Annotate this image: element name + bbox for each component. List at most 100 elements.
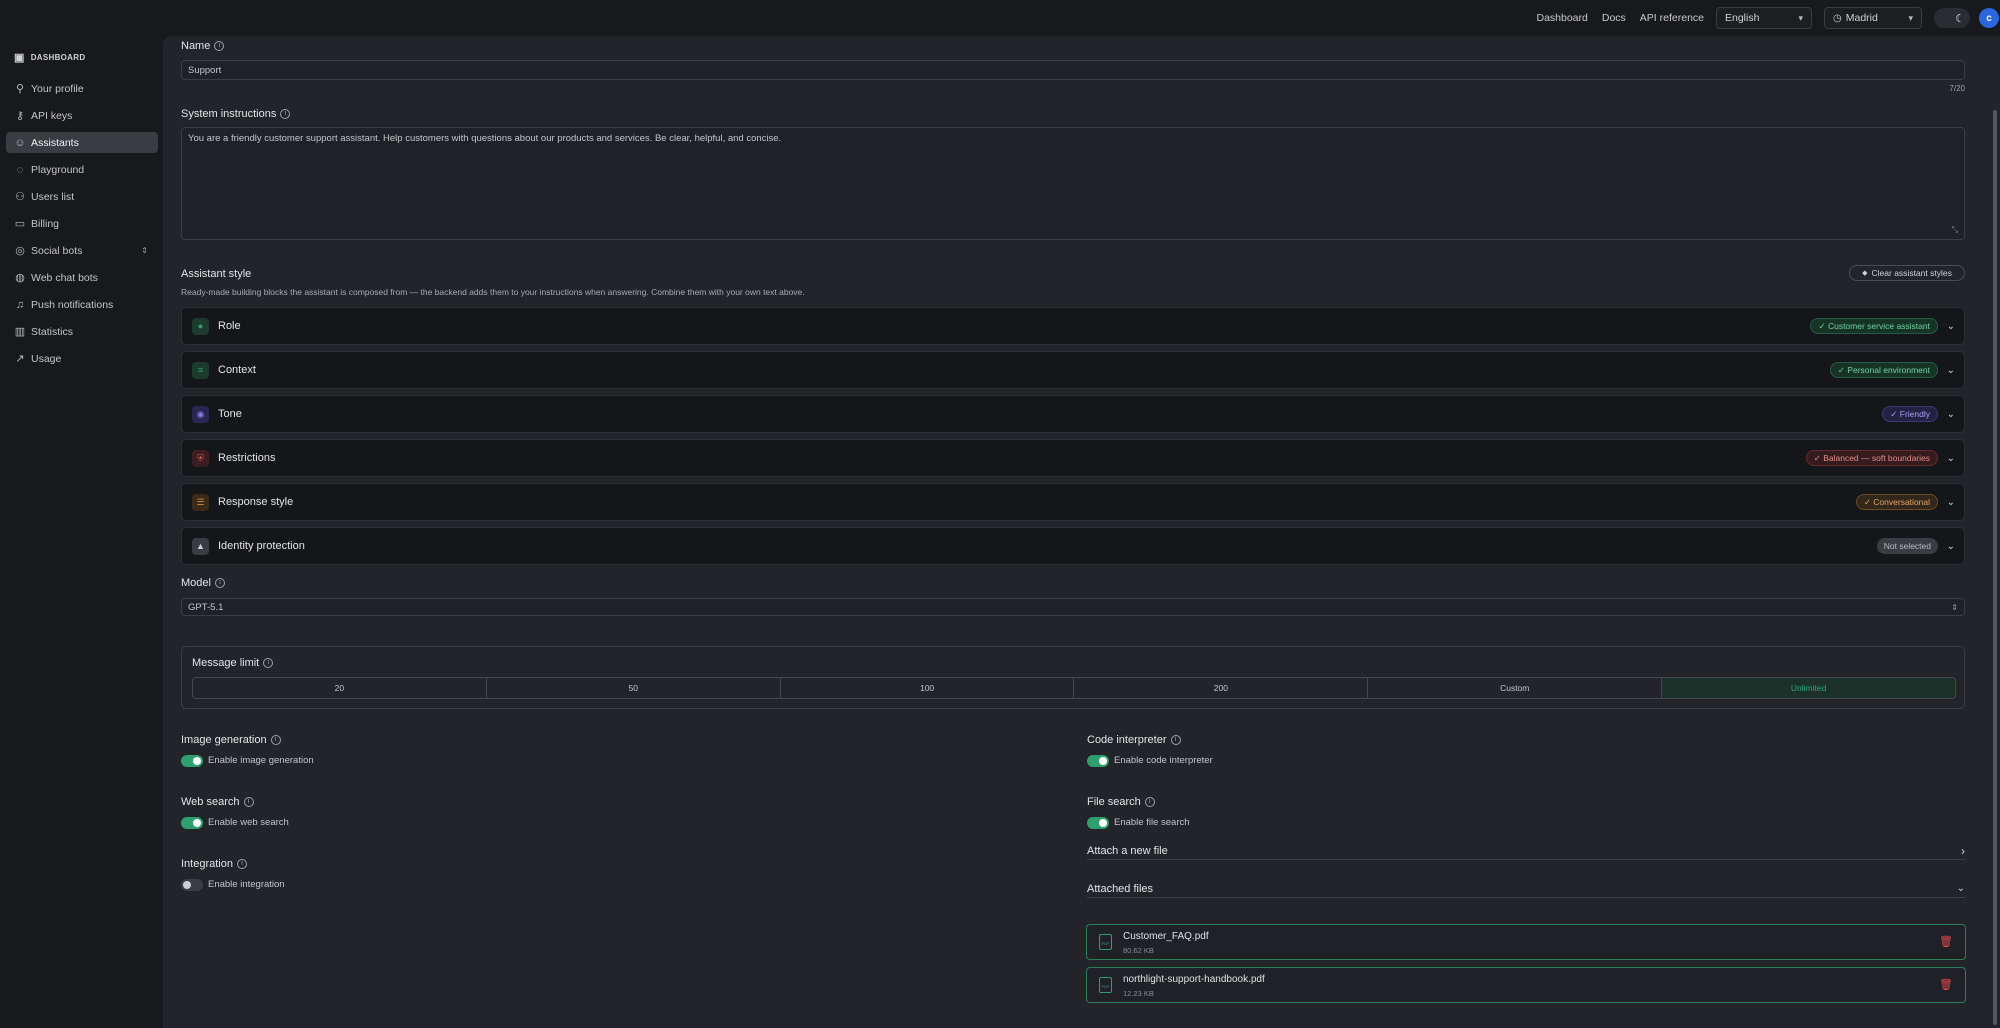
status-badge: Not selected (1876, 538, 1938, 554)
image-generation-toggle[interactable] (181, 755, 203, 767)
user-icon: ⚲ (15, 83, 25, 95)
status-badge: ✓ Customer service assistant (1810, 318, 1938, 334)
social-bots-icon: ◎ (15, 245, 25, 257)
accordion-title: Identity protection (218, 540, 305, 552)
name-input[interactable]: Support (181, 60, 1965, 80)
code-interpreter-toggle-label: Enable code interpreter (1114, 755, 1213, 766)
sidebar-item-your-profile[interactable]: ⚲ Your profile (6, 78, 158, 99)
accordion-title: Tone (218, 408, 242, 420)
file-size: 12.23 KB (1123, 989, 1154, 998)
attached-files-row[interactable]: Attached files ⌄ (1087, 880, 1965, 898)
image-generation-toggle-label: Enable image generation (208, 755, 314, 766)
chevron-down-icon: ⌄ (1946, 540, 1955, 552)
trash-icon[interactable]: 🗑 (1939, 978, 1953, 991)
status-badge: ✓ Conversational (1855, 494, 1938, 510)
file-name: Customer_FAQ.pdf (1123, 931, 1209, 942)
expand-icon: ⇕ (141, 246, 148, 255)
sidebar-item-label: Statistics (31, 325, 74, 338)
sidebar-item-billing[interactable]: ▭ Billing (6, 213, 158, 234)
accordion-title: Restrictions (218, 452, 276, 464)
globe-icon: ◉ (192, 405, 209, 423)
clock-icon: ◷ (1833, 12, 1842, 24)
sidebar-panel-icon: ▣ (14, 51, 25, 64)
file-size: 80.62 KB (1123, 946, 1154, 955)
info-icon: i (236, 859, 247, 869)
web-search-toggle[interactable] (181, 817, 203, 829)
pdf-file-icon: PDF (1099, 977, 1112, 993)
timezone-value: Madrid (1845, 12, 1878, 24)
pdf-file-icon: PDF (1099, 934, 1112, 950)
code-interpreter-toggle[interactable] (1087, 755, 1109, 767)
message-limit-option[interactable]: 200 (1074, 678, 1369, 698)
nav-dashboard-link[interactable]: Dashboard (1536, 12, 1587, 24)
message-limit-option[interactable]: 50 (487, 678, 781, 698)
style-accordion-tone[interactable]: ◉ Tone ✓ Friendly ⌄ (181, 395, 1965, 433)
sidebar-header[interactable]: ▣ DASHBOARD (0, 36, 163, 78)
info-icon: i (214, 578, 225, 588)
style-accordion-restrictions[interactable]: ⛨ Restrictions ✓ Balanced — soft boundar… (181, 439, 1965, 477)
sidebar-item-api-keys[interactable]: ⚷ API keys (6, 105, 158, 126)
model-label: Model i (181, 577, 225, 589)
attached-file-item: PDF northlight-support-handbook.pdf 12.2… (1086, 967, 1966, 1003)
toggle-knob (193, 819, 201, 827)
message-limit-option[interactable]: 20 (193, 678, 487, 698)
integration-toggle[interactable] (181, 879, 203, 891)
lock-icon: ▲ (192, 537, 209, 555)
message-limit-option[interactable]: 100 (781, 678, 1075, 698)
sidebar-item-web-chat-bots[interactable]: ◍ Web chat bots (6, 267, 158, 288)
system-instructions-textarea[interactable]: You are a friendly customer support assi… (181, 127, 1965, 240)
list-icon: ☰ (192, 493, 209, 511)
trash-icon[interactable]: 🗑 (1939, 935, 1953, 948)
sidebar-item-push-notifications[interactable]: ♫ Push notifications (6, 294, 158, 315)
web-search-label: Web search i (181, 796, 254, 808)
toggle-knob (193, 757, 201, 765)
sidebar-item-users-list[interactable]: ⚇ Users list (6, 186, 158, 207)
sidebar: ▣ DASHBOARD ⚲ Your profile ⚷ API keys ☺ Ass… (0, 36, 163, 1028)
file-search-toggle[interactable] (1087, 817, 1109, 829)
eraser-icon: ◆ (1862, 270, 1868, 277)
sidebar-item-social-bots[interactable]: ◎ Social bots ⇕ (6, 240, 158, 261)
nav-docs-link[interactable]: Docs (1602, 12, 1626, 24)
message-limit-option[interactable]: Custom (1368, 678, 1663, 698)
sidebar-item-label: Your profile (31, 82, 84, 95)
nav-api-reference-link[interactable]: API reference (1640, 12, 1704, 24)
file-search-toggle-label: Enable file search (1114, 817, 1190, 828)
moon-icon: ☾ (1955, 12, 1965, 25)
sidebar-item-label: Social bots (31, 244, 83, 257)
style-accordion-context[interactable]: ≡ Context ✓ Personal environment ⌄ (181, 351, 1965, 389)
scrollbar[interactable] (1993, 110, 1997, 1025)
sidebar-item-playground[interactable]: ◌ Playground (6, 159, 158, 180)
chevron-down-icon: ⌄ (1946, 452, 1955, 464)
language-select[interactable]: English ▾ (1716, 7, 1812, 29)
system-instructions-label: System instructions i (181, 108, 291, 120)
avatar[interactable]: c (1979, 8, 1999, 28)
accordion-title: Response style (218, 496, 294, 508)
model-select[interactable]: GPT-5.1 ⇕ (181, 598, 1965, 616)
sidebar-item-assistants[interactable]: ☺ Assistants (6, 132, 158, 153)
message-limit-option-selected[interactable]: Unlimited (1662, 678, 1955, 698)
style-accordion-role[interactable]: ● Role ✓ Customer service assistant ⌄ (181, 307, 1965, 345)
clear-assistant-styles-button[interactable]: ◆ Clear assistant styles (1849, 265, 1965, 281)
message-limit-segmented-control: 20 50 100 200 Custom Unlimited (192, 677, 1956, 699)
image-generation-label: Image generation i (181, 734, 281, 746)
chevron-right-icon: › (1961, 843, 1965, 858)
sidebar-item-label: Assistants (31, 136, 79, 149)
bot-icon: ☺ (14, 136, 26, 149)
timezone-select[interactable]: ◷ Madrid ▾ (1824, 7, 1922, 29)
sidebar-item-usage[interactable]: ↗ Usage (6, 348, 158, 369)
chevron-down-icon: ⌄ (1946, 320, 1955, 332)
attached-file-item: PDF Customer_FAQ.pdf 80.62 KB 🗑 (1086, 924, 1966, 960)
info-icon: i (1170, 735, 1181, 745)
sidebar-item-statistics[interactable]: ▥ Statistics (6, 321, 158, 342)
style-accordion-response-style[interactable]: ☰ Response style ✓ Conversational ⌄ (181, 483, 1965, 521)
info-icon: i (270, 735, 281, 745)
database-icon: ≡ (192, 361, 209, 379)
resize-handle-icon[interactable]: ⤡ (1952, 225, 1958, 235)
attached-files-label: Attached files (1087, 882, 1154, 895)
top-bar: Dashboard Docs API reference English ▾ ◷… (0, 0, 2000, 36)
theme-toggle[interactable]: ☾ (1934, 8, 1970, 28)
attach-new-file-row[interactable]: Attach a new file › (1087, 842, 1965, 860)
web-chat-icon: ◍ (15, 272, 25, 284)
style-accordion-identity-protection[interactable]: ▲ Identity protection Not selected ⌄ (181, 527, 1965, 565)
language-value: English (1725, 12, 1760, 24)
